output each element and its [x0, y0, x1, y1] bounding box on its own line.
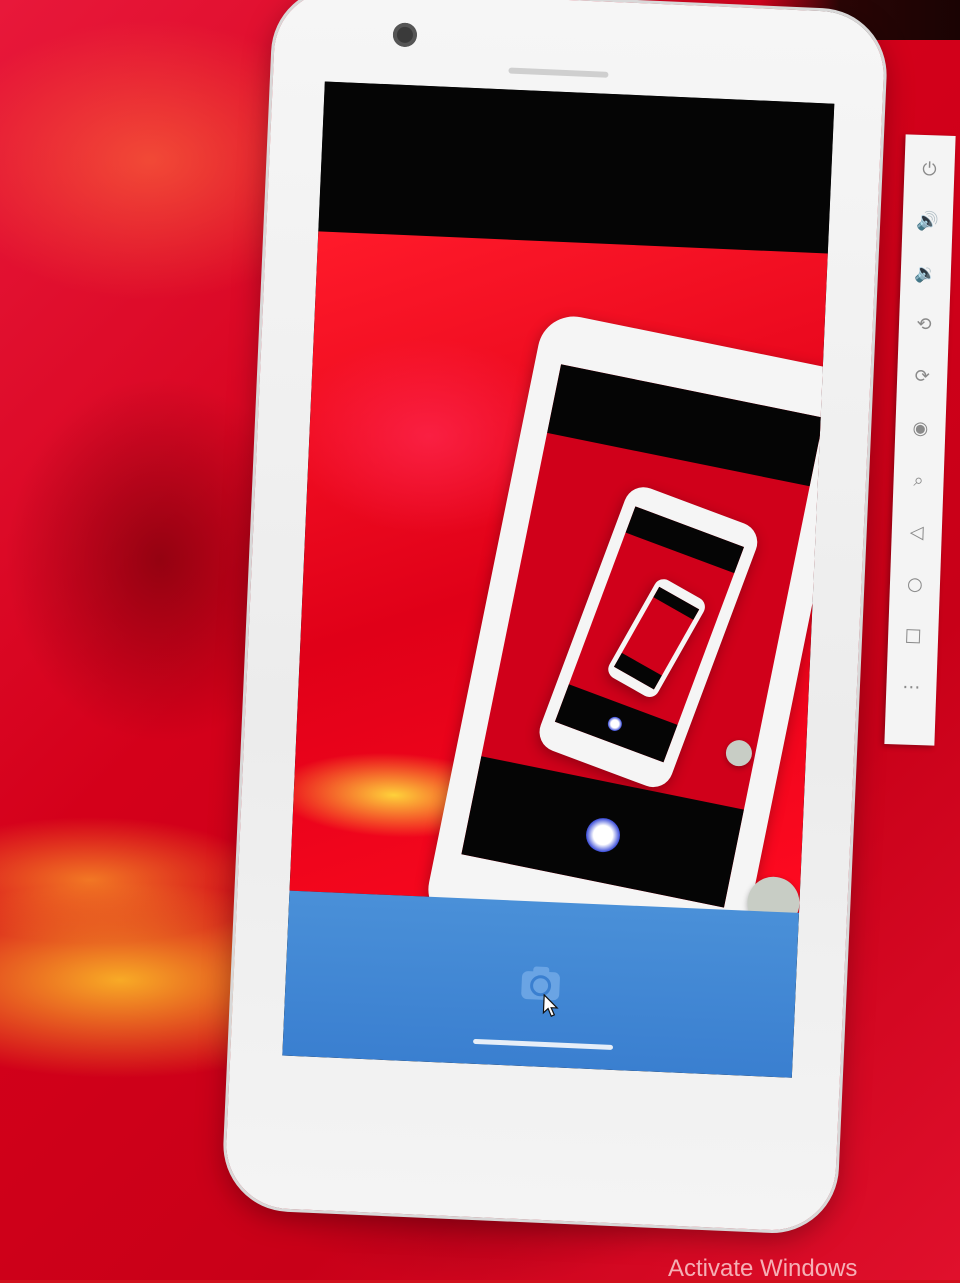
- reflected-top-bar-2: [625, 506, 745, 574]
- volume-up-icon[interactable]: 🔊: [914, 208, 941, 235]
- back-icon[interactable]: ◁: [903, 519, 930, 546]
- reflected-bottom-bar-2: [554, 684, 678, 763]
- reflected-screen-2: [554, 506, 745, 763]
- emulator-phone: •••: [223, 0, 887, 1233]
- home-icon[interactable]: ○: [902, 571, 929, 598]
- mouse-cursor-icon: [542, 993, 559, 1018]
- volume-down-icon[interactable]: 🔉: [912, 260, 939, 287]
- rotate-right-icon[interactable]: ⟳: [909, 364, 936, 391]
- reflected-shutter-icon: [582, 815, 624, 856]
- reflected-phone-3: [604, 575, 709, 701]
- camera-bottom-bar: [282, 890, 800, 1078]
- reflected-bottom-bar-3: [613, 652, 662, 690]
- phone-screen[interactable]: •••: [282, 81, 835, 1078]
- reflected-top-bar: [547, 364, 824, 487]
- more-icon[interactable]: ⋯: [898, 675, 925, 702]
- reflected-top-bar-3: [653, 586, 700, 620]
- power-icon[interactable]: ⏻: [916, 157, 943, 184]
- reflected-shutter-icon-2: [605, 714, 624, 733]
- zoom-icon[interactable]: ⌕: [905, 467, 932, 494]
- screenshot-icon[interactable]: ◉: [907, 416, 934, 443]
- overview-icon[interactable]: □: [900, 623, 927, 650]
- desktop-wallpaper: ••• ⏻ 🔊 🔉 ⟲ ⟳ ◉ ⌕ ◁ ○ □ ⋯ Activate Windows: [0, 0, 960, 1282]
- front-camera-icon: [392, 22, 418, 48]
- reflected-screen-3: [613, 586, 700, 690]
- gesture-nav-pill[interactable]: [472, 1038, 614, 1050]
- reflected-screen: [461, 364, 824, 908]
- rotate-left-icon[interactable]: ⟲: [911, 312, 938, 339]
- camera-top-bar: [318, 81, 835, 254]
- camera-viewfinder[interactable]: •••: [289, 231, 835, 1052]
- emulator-toolbar: ⏻ 🔊 🔉 ⟲ ⟳ ◉ ⌕ ◁ ○ □ ⋯: [884, 134, 956, 746]
- reflected-bottom-bar: [461, 756, 744, 908]
- activate-windows-watermark: Activate Windows: [668, 1255, 858, 1282]
- speaker-grille: [508, 67, 609, 78]
